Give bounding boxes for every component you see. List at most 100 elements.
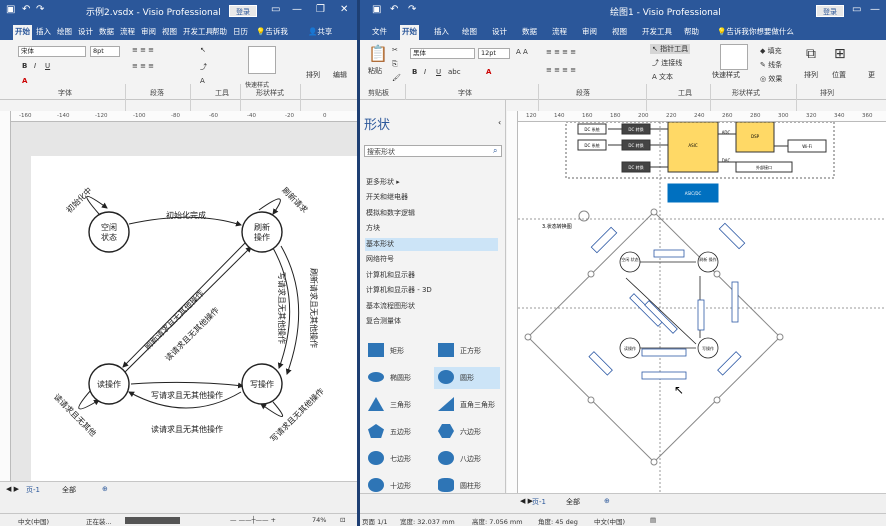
edit-label[interactable]: 编辑 xyxy=(333,70,347,80)
arrange-label[interactable]: 排列 xyxy=(306,70,320,80)
stencil-item[interactable]: 基本流程图形状 xyxy=(365,300,498,313)
restore-icon[interactable]: ❐ xyxy=(316,4,325,15)
tab-data[interactable]: 数据 xyxy=(520,25,539,40)
master-shape-square[interactable]: 正方形 xyxy=(434,340,500,362)
master-shape-tri[interactable]: 三角形 xyxy=(364,394,430,416)
page-tab[interactable]: 页-1 xyxy=(26,485,40,495)
zoom-level[interactable]: 74% xyxy=(312,516,326,524)
page-tab[interactable]: 页-1 xyxy=(532,497,546,507)
align-buttons-2[interactable]: ≡ ≡ ≡ xyxy=(132,62,154,70)
tab-file[interactable]: 文件 xyxy=(370,25,389,40)
fit-page-icon[interactable]: ⊡ xyxy=(340,516,345,524)
tab-calendar[interactable]: 日历 xyxy=(231,25,250,40)
stencil-item[interactable]: 计算机和显示器 xyxy=(365,269,498,282)
quick-styles-button[interactable] xyxy=(720,44,748,70)
stencil-item[interactable]: 开关和继电器 xyxy=(365,191,498,204)
position-icon[interactable]: ⊞ xyxy=(834,46,846,62)
save-icon[interactable]: ▣ xyxy=(372,4,381,15)
connector-icon[interactable]: ⤴ xyxy=(200,62,207,72)
login-button[interactable]: 登录 xyxy=(816,5,844,17)
master-shape-ellipse[interactable]: 椭圆形 xyxy=(364,367,430,389)
arrange-button[interactable]: 排列 xyxy=(804,70,818,80)
add-page-icon[interactable]: ⊕ xyxy=(604,497,610,505)
tab-design[interactable]: 设计 xyxy=(76,25,95,40)
more-button[interactable]: 更 xyxy=(868,70,875,80)
tab-home[interactable]: 开始 xyxy=(400,25,419,40)
fill-button[interactable]: ◆ 填充 xyxy=(760,46,782,56)
collapse-pane-icon[interactable]: ‹ xyxy=(498,118,501,127)
master-shape-circle[interactable]: 圆形 xyxy=(434,367,500,389)
underline-button[interactable]: U xyxy=(436,68,441,76)
tab-help[interactable]: 帮助 xyxy=(682,25,701,40)
selected-label-boxes[interactable] xyxy=(588,222,746,380)
italic-button[interactable]: I xyxy=(34,62,36,70)
grow-font-icon[interactable]: A A xyxy=(516,48,528,56)
bold-button[interactable]: B xyxy=(22,62,27,70)
position-button[interactable]: 位置 xyxy=(832,70,846,80)
master-shape-hex[interactable]: 六边形 xyxy=(434,421,500,443)
rstate-refresh[interactable] xyxy=(697,251,719,273)
stencil-item[interactable]: 计算机和显示器 - 3D xyxy=(365,284,498,297)
search-icon[interactable]: ⌕ xyxy=(493,146,497,156)
undo-icon[interactable]: ↶ xyxy=(22,4,30,15)
tab-draw[interactable]: 绘图 xyxy=(55,25,74,40)
all-pages-button[interactable]: 全部 xyxy=(62,485,76,495)
align-buttons[interactable]: ≡ ≡ ≡ ≡ xyxy=(546,48,576,56)
font-color-button[interactable]: A xyxy=(22,77,27,85)
pointer-tool-button[interactable]: ↖ 指针工具 xyxy=(650,44,691,54)
master-shape-rtri[interactable]: 直角三角形 xyxy=(434,394,500,416)
pointer-tool-icon[interactable]: ↖ xyxy=(200,46,206,54)
copy-icon[interactable]: ⎘ xyxy=(392,60,398,69)
state-refresh[interactable] xyxy=(241,211,283,253)
effects-button[interactable]: ◎ 效果 xyxy=(760,74,782,84)
font-size-combo[interactable]: 12pt xyxy=(478,48,510,59)
quick-styles-button[interactable] xyxy=(248,46,276,74)
text-tool-icon[interactable]: A xyxy=(200,77,205,85)
redo-icon[interactable]: ↷ xyxy=(408,4,416,15)
tell-me-box[interactable]: 💡告诉我 xyxy=(254,25,290,40)
stencil-item[interactable]: 模拟和数字逻辑 xyxy=(365,207,498,220)
tab-view[interactable]: 视图 xyxy=(610,25,629,40)
bold-button[interactable]: B xyxy=(412,68,417,76)
close-icon[interactable]: ✕ xyxy=(340,4,348,15)
underline-button[interactable]: U xyxy=(45,62,50,70)
font-color-button[interactable]: A xyxy=(486,68,491,76)
more-shapes-menu[interactable]: 更多形状 ▸ xyxy=(365,176,498,189)
tab-process[interactable]: 流程 xyxy=(550,25,569,40)
macro-icon[interactable]: ▤ xyxy=(650,516,656,524)
undo-icon[interactable]: ↶ xyxy=(390,4,398,15)
stencil-item[interactable]: 基本形状 xyxy=(365,237,498,251)
stencil-item[interactable]: 方块 xyxy=(365,222,498,235)
cut-icon[interactable]: ✂ xyxy=(392,46,398,54)
font-size-combo[interactable]: 8pt xyxy=(90,46,120,57)
rstate-idle[interactable] xyxy=(619,251,641,273)
master-shape-hept[interactable]: 七边形 xyxy=(364,448,430,470)
ribbon-display-icon[interactable]: ▭ xyxy=(852,4,861,15)
paste-button[interactable]: 粘贴 xyxy=(368,66,382,76)
add-page-icon[interactable]: ⊕ xyxy=(102,485,108,493)
tab-help[interactable]: 帮助 xyxy=(210,25,229,40)
tab-view[interactable]: 视图 xyxy=(160,25,179,40)
tab-home[interactable]: 开始 xyxy=(13,25,32,40)
text-tool-button[interactable]: A 文本 xyxy=(652,72,673,82)
state-idle[interactable] xyxy=(88,211,130,253)
tab-developer[interactable]: 开发工具 xyxy=(640,25,674,40)
italic-button[interactable]: I xyxy=(424,68,426,76)
all-pages-button[interactable]: 全部 xyxy=(566,497,580,507)
font-name-combo[interactable]: 黑体 xyxy=(410,48,475,59)
tab-insert[interactable]: 插入 xyxy=(432,25,451,40)
minimize-icon[interactable]: — xyxy=(870,4,880,15)
align-buttons-2[interactable]: ≡ ≡ ≡ ≡ xyxy=(546,66,576,74)
shape-search-input[interactable]: 搜索形状 ⌕ xyxy=(364,145,502,157)
save-icon[interactable]: ▣ xyxy=(6,4,15,15)
left-drawing-canvas[interactable]: 空闲状态 刷新操作 读操作 写操作 初始化完成 初始化中 刷新请求 刷新请求且无… xyxy=(11,122,357,481)
font-name-combo[interactable]: 宋体 xyxy=(18,46,86,57)
tab-process[interactable]: 流程 xyxy=(118,25,137,40)
stencil-item[interactable]: 网络符号 xyxy=(365,253,498,266)
connector-button[interactable]: ⤴ 连接线 xyxy=(652,58,682,68)
tab-review[interactable]: 审阅 xyxy=(139,25,158,40)
master-shape-rect[interactable]: 矩形 xyxy=(364,340,430,362)
strikethrough-button[interactable]: abc xyxy=(448,68,461,76)
share-button[interactable]: 👤共享 xyxy=(306,25,334,40)
stencil-item[interactable]: 复合测量体 xyxy=(365,315,498,328)
